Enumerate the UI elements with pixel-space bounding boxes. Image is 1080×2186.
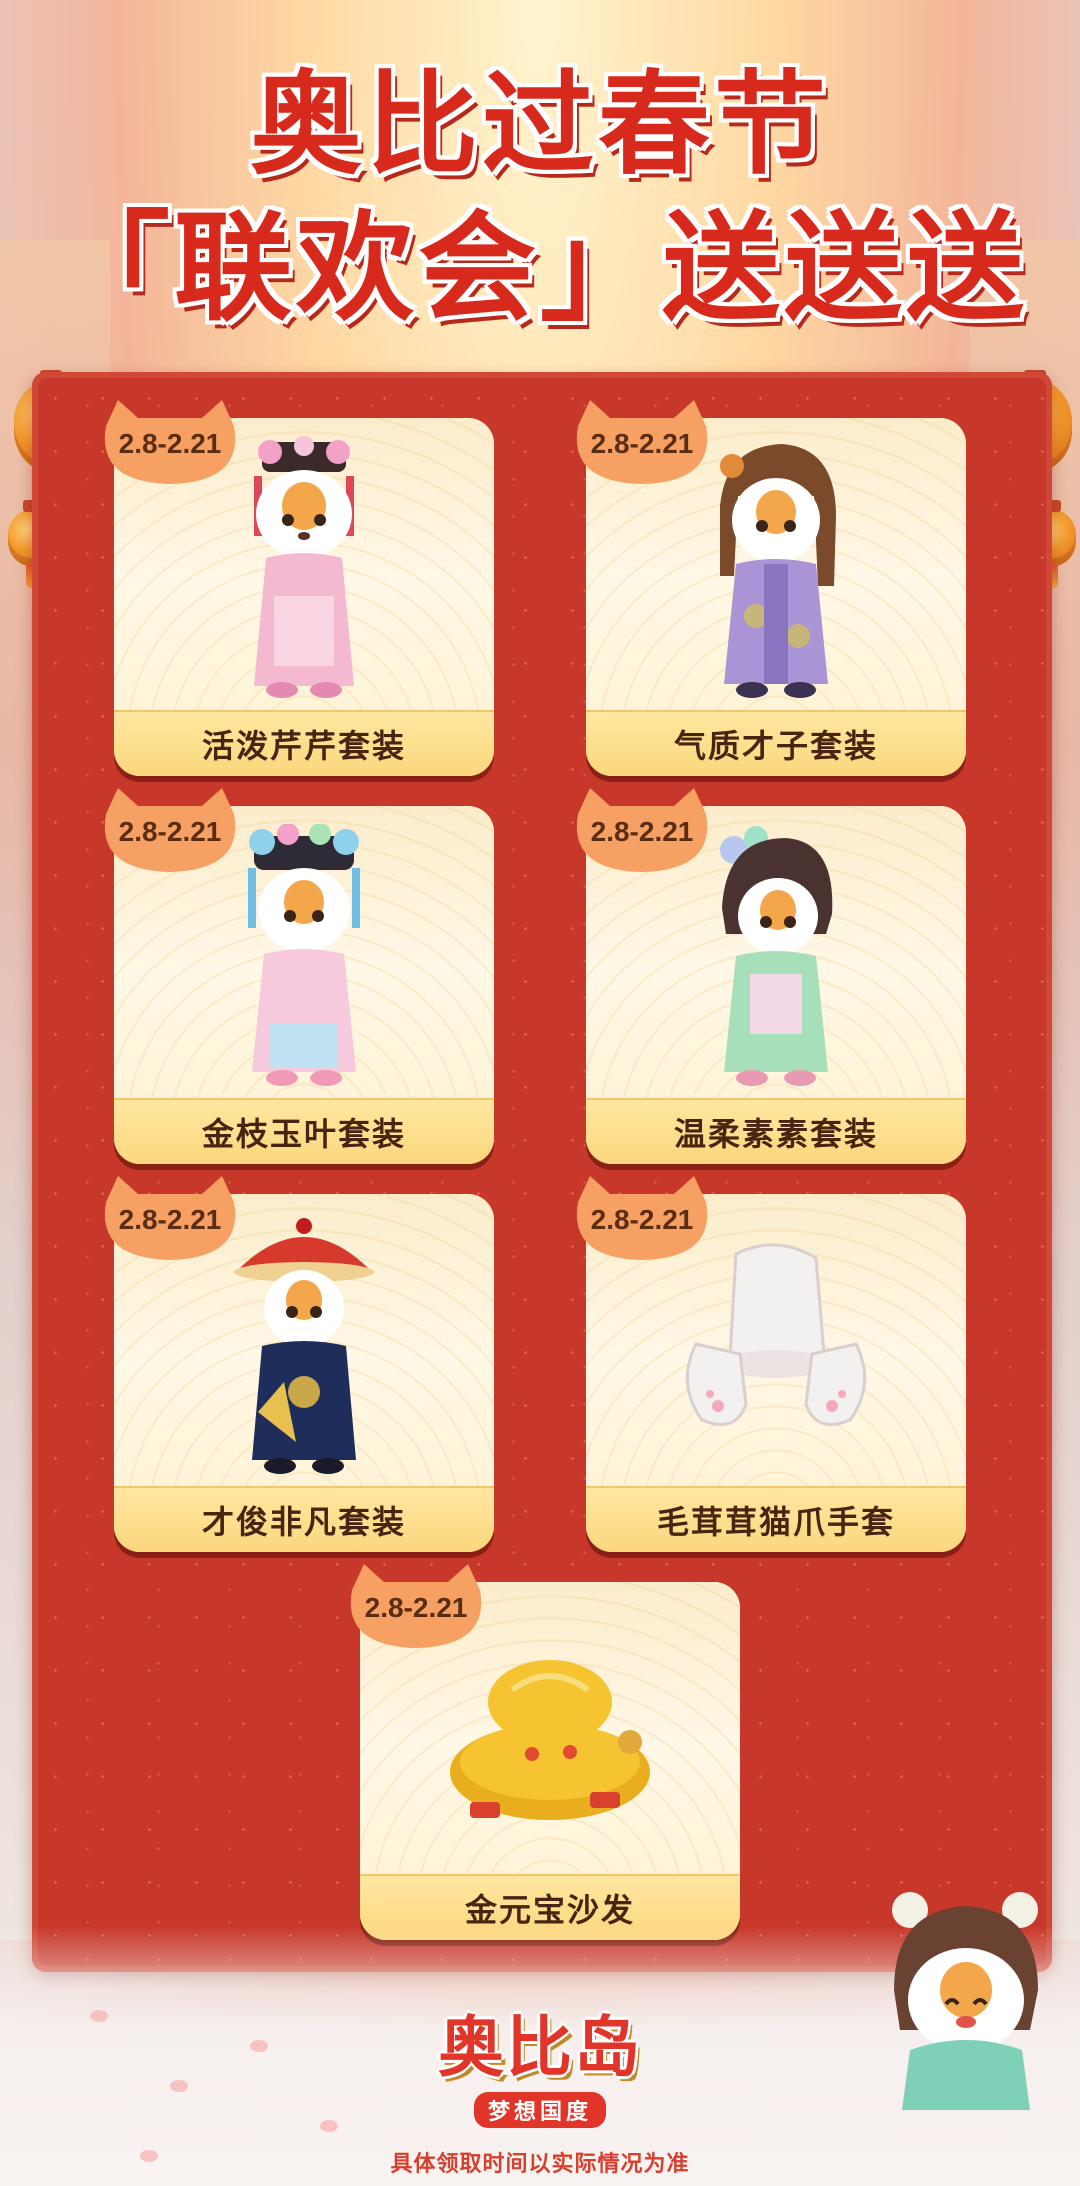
date-badge: 2.8-2.21 xyxy=(342,1560,490,1652)
event-poster: 奥比过春节 「联欢会」送送送 活泼芹芹套装 2.8-2.21 气质才子套装 2.… xyxy=(0,0,1080,2186)
poster-title: 奥比过春节 「联欢会」送送送 xyxy=(0,60,1080,338)
title-line-1: 奥比过春节 xyxy=(250,60,830,190)
card-label: 才俊非凡套装 xyxy=(114,1486,494,1552)
disclaimer-text: 具体领取时间以实际情况为准 xyxy=(390,2152,690,2177)
card-label: 活泼芹芹套装 xyxy=(114,710,494,776)
date-badge: 2.8-2.21 xyxy=(568,784,716,876)
logo-main-text: 奥比岛 xyxy=(438,2009,642,2086)
date-badge: 2.8-2.21 xyxy=(96,1172,244,1264)
card-label: 金枝玉叶套装 xyxy=(114,1098,494,1164)
date-badge: 2.8-2.21 xyxy=(96,784,244,876)
game-logo: 奥比岛 梦想国度 xyxy=(0,1994,1080,2128)
gold-ingot-sofa-icon xyxy=(450,1660,650,1820)
fluffy-cat-paw-gloves-icon xyxy=(685,1243,867,1426)
date-badge: 2.8-2.21 xyxy=(96,396,244,488)
date-badge: 2.8-2.21 xyxy=(568,396,716,488)
date-badge: 2.8-2.21 xyxy=(568,1172,716,1264)
logo-sub-text: 梦想国度 xyxy=(473,2092,606,2128)
card-label: 温柔素素套装 xyxy=(586,1098,966,1164)
card-label: 气质才子套装 xyxy=(586,710,966,776)
card-label: 毛茸茸猫爪手套 xyxy=(586,1486,966,1552)
title-line-2: 「联欢会」送送送 xyxy=(51,199,1028,337)
